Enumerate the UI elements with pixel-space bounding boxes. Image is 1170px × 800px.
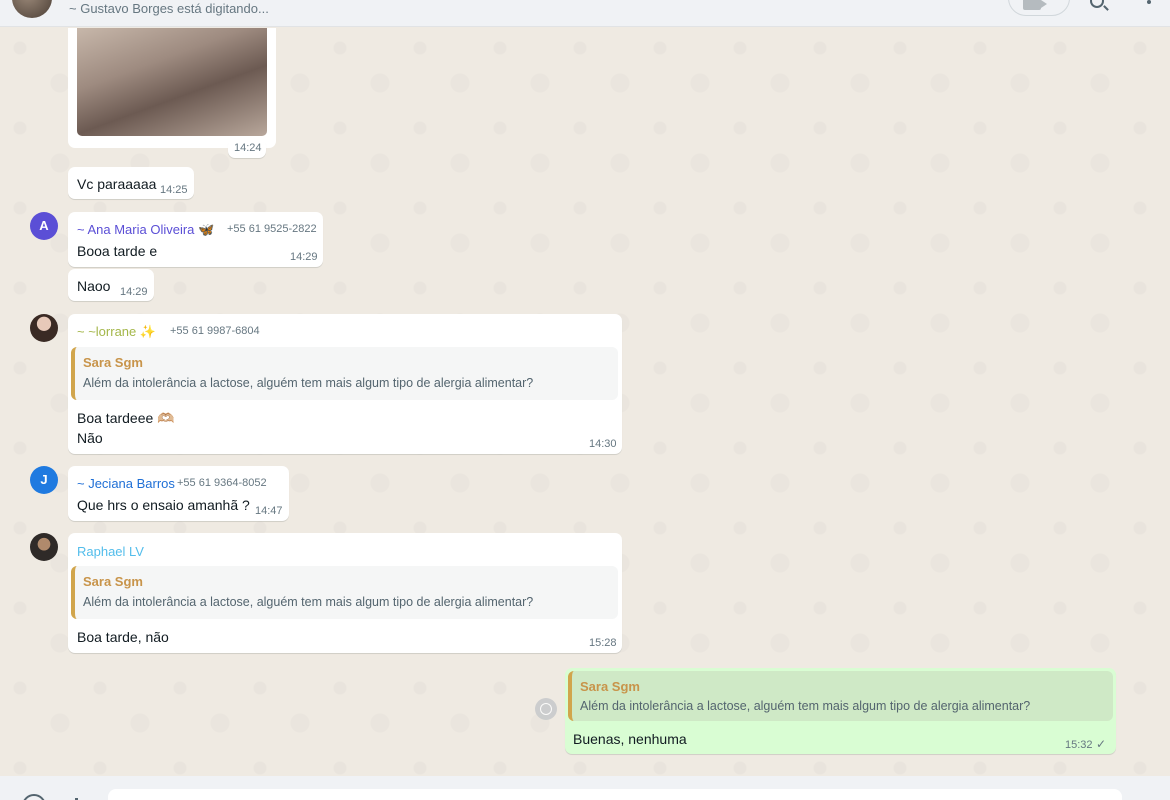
avatar[interactable]: J [30, 466, 58, 494]
sender-name: ~ Jeciana Barros [77, 476, 175, 491]
chat-area: 14:24 Vc paraaaaa 14:25 A ~ Ana Maria Ol… [0, 28, 1170, 776]
message-text: Que hrs o ensaio amanhã ? [77, 497, 250, 513]
search-icon[interactable] [1090, 0, 1104, 8]
message-time: 14:30 [589, 438, 617, 450]
image-time-chip: 14:24 [228, 138, 266, 158]
emoji-face-icon [540, 703, 552, 715]
video-call-button[interactable] [1008, 0, 1070, 16]
group-avatar[interactable] [12, 0, 52, 18]
avatar[interactable] [30, 533, 58, 561]
butterfly-emoji-icon: 🦋 [198, 222, 215, 237]
message-bubble[interactable]: Vc paraaaaa 14:25 [68, 167, 194, 199]
typing-status: ~ Gustavo Borges está digitando... [69, 1, 269, 16]
message-time: 15:32 [1065, 739, 1093, 751]
message-text: Naoo [77, 278, 111, 294]
message-bubble[interactable]: Naoo 14:29 [68, 269, 154, 301]
message-time: 14:47 [255, 505, 283, 517]
sender-name: ~ ~lorrane ✨ [77, 324, 156, 340]
sender-name: Raphael LV [77, 544, 144, 559]
sender-phone: +55 61 9525-2822 [227, 223, 317, 235]
quoted-sender: Sara Sgm [83, 355, 143, 370]
message-time: 14:25 [160, 184, 188, 196]
message-text: Vc paraaaaa [77, 176, 157, 192]
sender-phone: +55 61 9987-6804 [170, 325, 260, 337]
quoted-message[interactable]: Sara Sgm Além da intolerância a lactose,… [568, 671, 1113, 721]
message-bubble[interactable]: Raphael LV Sara Sgm Além da intolerância… [68, 533, 622, 653]
video-camera-icon [1023, 0, 1047, 10]
message-text: Booa tarde e [77, 243, 158, 259]
message-composer [0, 776, 1170, 800]
quoted-text: Além da intolerância a lactose, alguém t… [580, 699, 1031, 713]
menu-icon[interactable] [1147, 0, 1151, 4]
sparkles-emoji-icon: ✨ [139, 324, 157, 339]
check-icon: ✓ [1096, 737, 1107, 751]
message-time: 15:28 [589, 637, 617, 649]
quoted-sender: Sara Sgm [83, 574, 143, 589]
message-bubble[interactable]: ~ Jeciana Barros +55 61 9364-8052 Que hr… [68, 466, 289, 521]
quoted-message[interactable]: Sara Sgm Além da intolerância a lactose,… [71, 347, 618, 400]
quoted-text: Além da intolerância a lactose, alguém t… [83, 595, 534, 609]
quoted-sender: Sara Sgm [580, 679, 640, 694]
message-bubble[interactable]: ~ ~lorrane ✨ +55 61 9987-6804 Sara Sgm A… [68, 314, 622, 454]
chat-header: ~ Gustavo Borges está digitando... [0, 0, 1170, 27]
emoji-icon[interactable] [22, 794, 46, 800]
sender-name-text: ~ Ana Maria Oliveira [77, 222, 195, 237]
sender-phone: +55 61 9364-8052 [177, 477, 267, 489]
message-text: Boa tarde, não [77, 629, 169, 645]
reaction-button[interactable] [535, 698, 557, 720]
avatar[interactable] [30, 314, 58, 342]
message-text: Buenas, nenhuma [573, 731, 687, 747]
image-thumbnail[interactable] [77, 28, 267, 136]
message-input[interactable] [108, 789, 1122, 800]
message-text-line: Boa tardeee 🫶🏼 [77, 410, 175, 426]
message-bubble[interactable]: ~ Ana Maria Oliveira 🦋 +55 61 9525-2822 … [68, 212, 323, 267]
outgoing-message-bubble[interactable]: Sara Sgm Além da intolerância a lactose,… [565, 668, 1116, 754]
message-text-line: Não [77, 430, 103, 446]
message-time: 14:24 [234, 142, 262, 154]
message-time: 14:29 [290, 251, 318, 263]
quoted-text: Além da intolerância a lactose, alguém t… [83, 376, 534, 390]
avatar[interactable]: A [30, 212, 58, 240]
sender-name: ~ Ana Maria Oliveira 🦋 [77, 222, 214, 238]
quoted-message[interactable]: Sara Sgm Além da intolerância a lactose,… [71, 566, 618, 619]
sender-name-text: ~ ~lorrane [77, 324, 137, 339]
message-time: 14:29 [120, 286, 148, 298]
